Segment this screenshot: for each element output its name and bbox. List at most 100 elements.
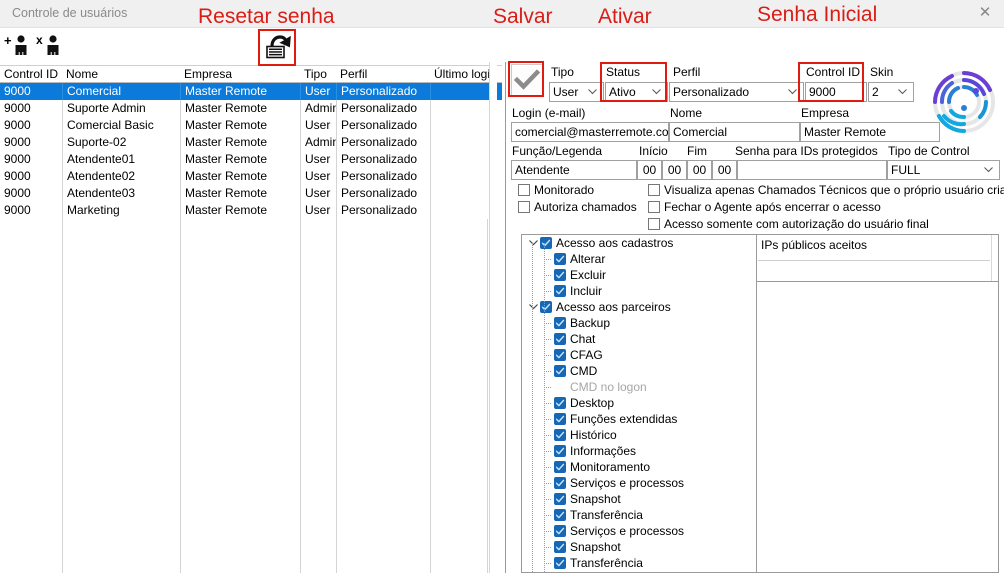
perfil-select[interactable]: Personalizado — [669, 82, 804, 102]
grid-column-header[interactable]: Empresa — [180, 66, 300, 82]
checkbox-checked-icon[interactable] — [554, 317, 566, 329]
fim-minute-value: 00 — [717, 163, 732, 177]
status-select[interactable]: Ativo — [605, 82, 668, 102]
senha-ids-input[interactable] — [737, 160, 887, 180]
grid-column-header[interactable]: Nome — [62, 66, 180, 82]
tree-node-label: Snapshot — [570, 540, 621, 554]
checkbox-checked-icon[interactable] — [554, 509, 566, 521]
checkbox-checked-icon[interactable] — [554, 285, 566, 297]
checkbox-checked-icon[interactable] — [554, 253, 566, 265]
inicio-hour-input[interactable]: 00 — [637, 160, 662, 180]
tree-node[interactable]: Backup — [522, 315, 765, 331]
grid-column-header[interactable]: Perfil — [336, 66, 430, 82]
tree-node[interactable]: Alterar — [522, 251, 765, 267]
tree-node[interactable]: CMD no logon — [522, 379, 765, 395]
checkbox-checked-icon[interactable] — [554, 429, 566, 441]
option-checkbox-row[interactable]: Acesso somente com autorização do usuári… — [648, 217, 929, 231]
tree-node[interactable]: Informações — [522, 443, 765, 459]
tree-node[interactable]: Desktop — [522, 395, 765, 411]
tree-node[interactable]: Acesso aos parceiros — [522, 299, 765, 315]
checkbox-checked-icon[interactable] — [554, 349, 566, 361]
checkbox-checked-icon[interactable] — [554, 477, 566, 489]
label-fim: Fim — [687, 144, 707, 158]
checkbox-checked-icon[interactable] — [554, 525, 566, 537]
option-checkbox-row[interactable]: Monitorado — [518, 183, 594, 197]
table-row[interactable]: 9000 Atendente01 Master Remote User Personal… — [0, 151, 502, 168]
table-row[interactable]: 9000 Atendente03 Master Remote User Personal… — [0, 185, 502, 202]
checkbox-icon[interactable] — [648, 184, 660, 196]
table-row[interactable]: 9000 Comercial Basic Master Remote User Pers… — [0, 117, 502, 134]
permissions-tree[interactable]: Acesso aos cadastros Alterar Excluir Inclui… — [521, 234, 766, 573]
tree-node[interactable]: Histórico — [522, 427, 765, 443]
checkbox-icon[interactable] — [518, 184, 530, 196]
checkbox-checked-icon[interactable] — [554, 397, 566, 409]
checkbox-checked-icon[interactable] — [554, 445, 566, 457]
add-user-icon[interactable]: + — [4, 32, 34, 62]
tree-node[interactable]: Serviços e processos — [522, 475, 765, 491]
public-ips-scrollbar[interactable] — [991, 235, 998, 281]
grid-column-header[interactable]: Control ID — [0, 66, 62, 82]
delete-user-icon[interactable]: x — [36, 32, 66, 62]
skin-select[interactable]: 2 — [868, 82, 914, 102]
reset-password-icon[interactable] — [261, 31, 293, 63]
table-row[interactable]: 9000 Atendente02 Master Remote User Personal… — [0, 168, 502, 185]
tree-body[interactable]: Acesso aos cadastros Alterar Excluir Inclui… — [522, 235, 765, 572]
control-id-input[interactable]: 9000 — [805, 82, 867, 102]
grid-column-header[interactable]: Tipo — [300, 66, 336, 82]
checkbox-checked-icon[interactable] — [554, 269, 566, 281]
chevron-down-icon[interactable] — [527, 299, 539, 315]
fim-hour-input[interactable]: 00 — [687, 160, 712, 180]
chevron-down-icon[interactable] — [527, 235, 539, 251]
public-ips-body[interactable] — [756, 282, 999, 573]
user-detail-panel: Tipo Status Perfil Control ID Skin User … — [505, 62, 1004, 573]
tree-node[interactable]: Serviços e processos — [522, 523, 765, 539]
login-input[interactable]: comercial@masterremote.com — [511, 122, 669, 142]
tree-node[interactable]: Transferência — [522, 507, 765, 523]
tree-node[interactable]: Snapshot — [522, 491, 765, 507]
table-row[interactable]: 9000 Marketing Master Remote User Personaliz… — [0, 202, 502, 219]
checkbox-checked-icon[interactable] — [554, 461, 566, 473]
tree-node[interactable]: CFAG — [522, 347, 765, 363]
checkbox-checked-icon[interactable] — [540, 301, 552, 313]
tipo-control-select[interactable]: FULL — [887, 160, 1000, 180]
panel-splitter[interactable] — [489, 62, 497, 573]
checkbox-checked-icon[interactable] — [554, 413, 566, 425]
checkbox-icon[interactable] — [648, 218, 660, 230]
checkbox-checked-icon[interactable] — [554, 557, 566, 569]
empresa-input[interactable]: Master Remote — [800, 122, 940, 142]
option-checkbox-row[interactable]: Fechar o Agente após encerrar o acesso — [648, 200, 881, 214]
confirm-check-button[interactable] — [511, 64, 543, 96]
tree-node-label: Transferência — [570, 508, 643, 522]
checkbox-checked-icon[interactable] — [554, 493, 566, 505]
nome-input[interactable]: Comercial — [669, 122, 800, 142]
tree-node[interactable]: Transferência — [522, 555, 765, 571]
inicio-minute-input[interactable]: 00 — [662, 160, 687, 180]
checkbox-checked-icon[interactable] — [540, 237, 552, 249]
login-value: comercial@masterremote.com — [515, 125, 669, 139]
checkbox-checked-icon[interactable] — [554, 365, 566, 377]
table-row[interactable]: 9000 Comercial Master Remote User Personaliz… — [0, 83, 502, 100]
tree-node[interactable]: Acesso aos cadastros — [522, 235, 765, 251]
grid-body[interactable]: 9000 Comercial Master Remote User Personaliz… — [0, 83, 502, 219]
option-checkbox-row[interactable]: Autoriza chamados — [518, 200, 637, 214]
table-cell-control-id: 9000 — [4, 118, 31, 132]
tree-node[interactable]: Snapshot — [522, 539, 765, 555]
funcao-input[interactable]: Atendente — [511, 160, 637, 180]
tree-node[interactable]: Chat — [522, 331, 765, 347]
tipo-select[interactable]: User — [549, 82, 604, 102]
fim-minute-input[interactable]: 00 — [712, 160, 737, 180]
checkbox-checked-icon[interactable] — [554, 541, 566, 553]
table-row[interactable]: 9000 Suporte-02 Master Remote Admin Personal… — [0, 134, 502, 151]
table-row[interactable]: 9000 Suporte Admin Master Remote Admin Perso… — [0, 100, 502, 117]
checkbox-icon[interactable] — [518, 201, 530, 213]
tree-node[interactable]: Funções extendidas — [522, 411, 765, 427]
option-checkbox-row[interactable]: Visualiza apenas Chamados Técnicos que o… — [648, 183, 1004, 197]
tree-node[interactable]: Excluir — [522, 267, 765, 283]
close-icon[interactable]: ✕ — [976, 4, 994, 22]
checkbox-checked-icon[interactable] — [554, 333, 566, 345]
users-grid[interactable]: Control ID Nome Empresa Tipo Perfil Último lo… — [0, 66, 502, 573]
tree-node[interactable]: Incluir — [522, 283, 765, 299]
tree-node[interactable]: CMD — [522, 363, 765, 379]
tree-node[interactable]: Monitoramento — [522, 459, 765, 475]
checkbox-icon[interactable] — [648, 201, 660, 213]
